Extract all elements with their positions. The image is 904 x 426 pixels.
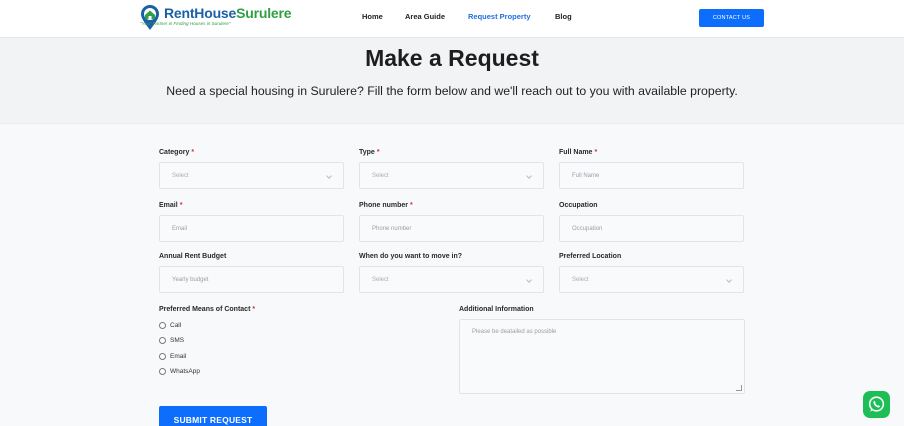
move-in-label: When do you want to move in?: [359, 253, 463, 260]
nav-home[interactable]: Home: [362, 12, 383, 21]
radio-call[interactable]: Call: [159, 322, 181, 329]
contact-us-button[interactable]: CONTACT US: [699, 9, 764, 27]
whatsapp-icon: [868, 396, 885, 412]
radio-sms[interactable]: SMS: [159, 337, 184, 344]
contact-means-label: Preferred Means of Contact *: [159, 306, 256, 313]
chevron-down-icon: [726, 277, 732, 283]
move-in-select[interactable]: Select: [359, 266, 544, 293]
full-name-input[interactable]: Full Name: [559, 162, 744, 189]
radio-circle[interactable]: [159, 322, 166, 329]
full-name-label: Full Name *: [559, 149, 598, 156]
budget-label: Annual Rent Budget: [159, 253, 227, 260]
nav-request-property[interactable]: Request Property: [468, 12, 531, 21]
location-select[interactable]: Select: [559, 266, 744, 293]
main-nav: Home Area Guide Request Property Blog: [0, 12, 904, 26]
type-label: Type *: [359, 149, 380, 156]
category-select[interactable]: Select: [159, 162, 344, 189]
email-label: Email *: [159, 202, 183, 209]
radio-email[interactable]: Email: [159, 353, 186, 360]
category-label: Category *: [159, 149, 195, 156]
chevron-down-icon: [326, 173, 332, 179]
site-header: RentHouseSurulere "Your Partner in Findi…: [0, 0, 904, 38]
hero-section: Make a Request Need a special housing in…: [0, 38, 904, 124]
whatsapp-float-button[interactable]: [863, 391, 890, 418]
radio-circle[interactable]: [159, 337, 166, 344]
resize-handle-icon[interactable]: [736, 385, 742, 391]
radio-circle[interactable]: [159, 368, 166, 375]
location-label: Preferred Location: [559, 253, 622, 260]
chevron-down-icon: [526, 173, 532, 179]
submit-request-button[interactable]: SUBMIT REQUEST: [159, 406, 267, 426]
type-select[interactable]: Select: [359, 162, 544, 189]
nav-blog[interactable]: Blog: [555, 12, 572, 21]
phone-input[interactable]: Phone number: [359, 215, 544, 242]
additional-info-textarea[interactable]: Please be deatailed as possible: [459, 319, 745, 394]
phone-label: Phone number *: [359, 202, 413, 209]
page-title: Make a Request: [365, 45, 539, 71]
page-subtitle: Need a special housing in Surulere? Fill…: [166, 84, 738, 98]
additional-info-label: Additional Information: [459, 306, 534, 313]
budget-input[interactable]: Yearly budget: [159, 266, 344, 293]
radio-whatsapp[interactable]: WhatsApp: [159, 368, 200, 375]
radio-circle[interactable]: [159, 353, 166, 360]
email-input[interactable]: Email: [159, 215, 344, 242]
chevron-down-icon: [526, 277, 532, 283]
occupation-input[interactable]: Occupation: [559, 215, 744, 242]
nav-area-guide[interactable]: Area Guide: [405, 12, 445, 21]
occupation-label: Occupation: [559, 202, 598, 209]
